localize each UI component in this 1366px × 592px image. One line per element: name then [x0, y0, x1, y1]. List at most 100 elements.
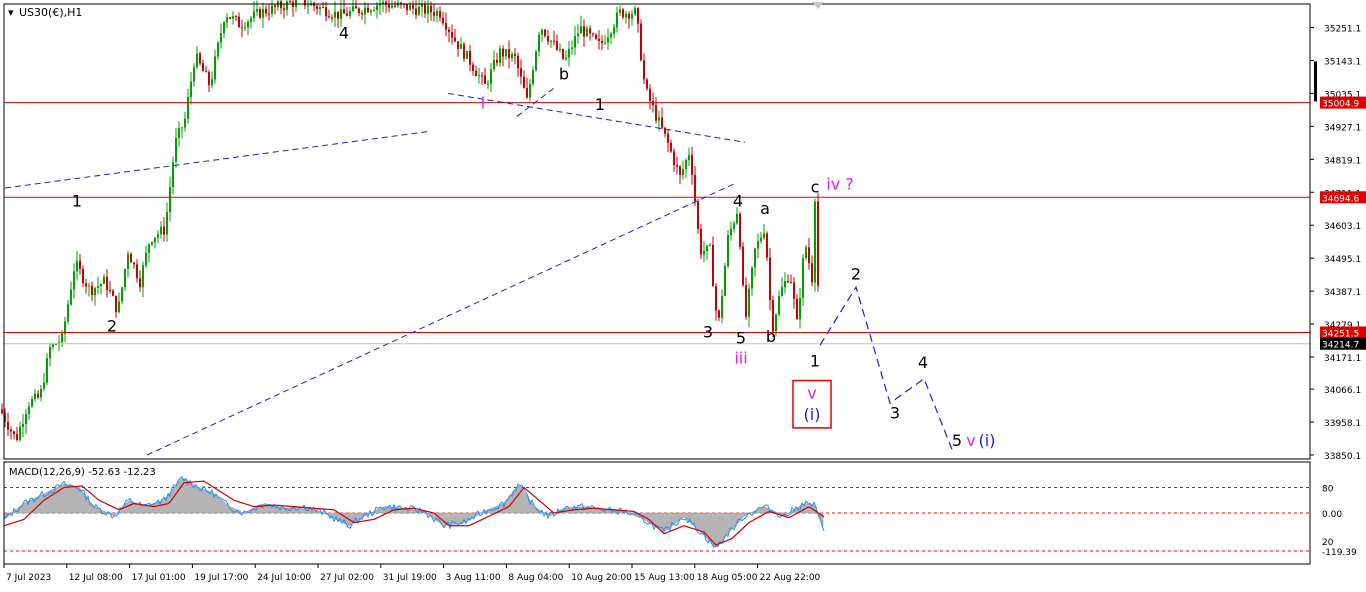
- candle-bull: [253, 11, 255, 19]
- candle-bear: [37, 393, 39, 398]
- candle-bull: [634, 8, 636, 15]
- candle-bear: [199, 53, 201, 64]
- candle-bull: [148, 244, 150, 253]
- candle-bull: [685, 160, 687, 170]
- candle-bear: [676, 164, 678, 167]
- candle-bear: [514, 53, 516, 56]
- wave-label: 5: [736, 329, 746, 348]
- x-tick-label: 15 Aug 13:00: [634, 573, 695, 583]
- candle-bear: [139, 278, 141, 288]
- candle-bear: [163, 226, 165, 235]
- wave-label: 2: [107, 316, 117, 335]
- candle-bull: [538, 34, 540, 52]
- candle-bear: [439, 11, 441, 18]
- candle-bull: [88, 285, 90, 287]
- candle-bear: [628, 13, 630, 19]
- x-tick-label: 31 Jul 19:00: [383, 573, 437, 583]
- candle-bear: [241, 27, 243, 29]
- candle-bear: [742, 246, 744, 286]
- candle-bear: [661, 117, 663, 128]
- candle-bull: [352, 6, 354, 11]
- candle-bull: [658, 117, 660, 121]
- candle-bear: [325, 7, 327, 17]
- candle-bear: [235, 16, 237, 18]
- wave-label: 2: [851, 265, 861, 284]
- chart-title: US30(€),H1: [19, 6, 82, 19]
- candle-bear: [265, 8, 267, 14]
- candle-bull: [391, 5, 393, 8]
- wave-label: a: [760, 199, 770, 218]
- candle-bull: [349, 10, 351, 16]
- candle-bull: [181, 127, 183, 129]
- candle-bull: [757, 241, 759, 249]
- candle-bull: [67, 304, 69, 322]
- candle-bull: [574, 35, 576, 48]
- candle-bull: [499, 48, 501, 63]
- candle-bull: [376, 5, 378, 10]
- wave-label: 1: [72, 191, 82, 210]
- candle-bear: [523, 76, 525, 89]
- candle-bull: [721, 295, 723, 318]
- candle-bull: [418, 6, 420, 15]
- candle-bull: [94, 287, 96, 296]
- trading-chart[interactable]: 35251.135143.135035.134927.134819.134711…: [0, 0, 1366, 588]
- candle-bear: [412, 5, 414, 9]
- candle-bear: [109, 289, 111, 291]
- candle-bull: [709, 244, 711, 246]
- candle-bear: [715, 286, 717, 311]
- current-price-tag: 34214.7: [1320, 337, 1366, 351]
- candle-bull: [364, 7, 366, 15]
- candle-bear: [205, 71, 207, 73]
- candle-bear: [7, 421, 9, 430]
- candle-bear: [367, 7, 369, 13]
- macd-y-tick-label: 80: [1322, 485, 1334, 495]
- price-y-tick-label: 35251.1: [1324, 24, 1361, 34]
- price-y-tick-label: 34819.1: [1324, 156, 1361, 166]
- candle-bull: [748, 288, 750, 317]
- candle-bull: [28, 406, 30, 414]
- candle-bear: [664, 127, 666, 134]
- candle-bear: [322, 7, 324, 9]
- candle-bear: [745, 285, 747, 317]
- candle-bear: [355, 6, 357, 9]
- candle-bear: [394, 5, 396, 7]
- candle-bull: [550, 40, 552, 42]
- x-tick-label: 3 Aug 11:00: [446, 573, 501, 583]
- candle-bull: [286, 1, 288, 10]
- candle-bull: [604, 42, 606, 44]
- candle-bear: [718, 310, 720, 318]
- candle-bull: [559, 49, 561, 51]
- wave-box-top-label: v: [807, 384, 816, 403]
- candle-bull: [625, 13, 627, 18]
- candle-bear: [769, 257, 771, 301]
- candle-bull: [421, 4, 423, 7]
- candle-bear: [10, 429, 12, 432]
- candle-bear: [811, 263, 813, 283]
- candle-bull: [607, 37, 609, 43]
- candle-bull: [736, 213, 738, 224]
- candle-bull: [487, 83, 489, 85]
- candle-bull: [535, 51, 537, 71]
- price-y-tick-label: 34495.1: [1324, 255, 1361, 265]
- wave-label: 4: [733, 191, 743, 210]
- candle-bear: [433, 12, 435, 16]
- candle-bull: [532, 70, 534, 84]
- wave-label: v: [966, 431, 975, 450]
- candle-bear: [808, 247, 810, 264]
- candle-bull: [103, 276, 105, 284]
- x-tick-label: 22 Aug 22:00: [760, 573, 821, 583]
- candle-bear: [115, 295, 117, 313]
- dropdown-arrow-icon[interactable]: ▾: [8, 6, 14, 19]
- candle-bear: [562, 49, 564, 59]
- candle-bear: [448, 29, 450, 33]
- level-tag-text: 34694.6: [1322, 194, 1359, 204]
- wave-label: 1: [595, 95, 605, 114]
- candle-bull: [61, 333, 63, 343]
- candle-bull: [778, 295, 780, 315]
- candle-bear: [274, 5, 276, 7]
- candle-bear: [796, 298, 798, 320]
- wave-label: 5: [952, 431, 962, 450]
- candle-bull: [232, 16, 234, 19]
- candle-bear: [475, 70, 477, 77]
- chart-window[interactable]: 35251.135143.135035.134927.134819.134711…: [0, 0, 1366, 588]
